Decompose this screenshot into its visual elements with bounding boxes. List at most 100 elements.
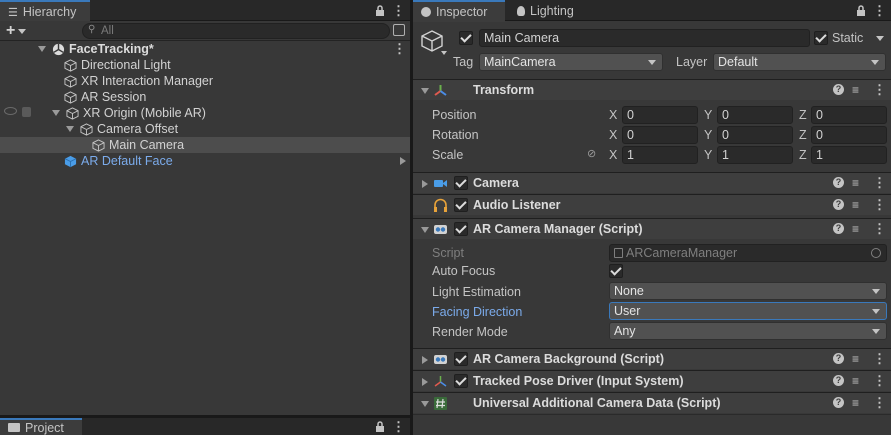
project-menu-icon[interactable]: ⋮ <box>392 420 405 434</box>
plus-icon: + <box>6 22 16 39</box>
rotation-z-field[interactable]: 0 <box>811 126 887 144</box>
chevron-right-icon[interactable] <box>400 157 406 165</box>
tracked-pose-driver-enabled-checkbox[interactable] <box>454 374 468 388</box>
tab-hierarchy[interactable]: ☰ Hierarchy <box>0 0 90 22</box>
tree-item-ar-session[interactable]: AR Session <box>0 89 410 105</box>
tree-item-xr-origin[interactable]: XR Origin (Mobile AR) <box>0 105 410 121</box>
rotation-x-label: X <box>609 128 618 142</box>
collapse-arrow-icon[interactable] <box>421 401 429 407</box>
position-x-label: X <box>609 108 618 122</box>
search-input[interactable]: ⚲ All <box>82 23 390 39</box>
position-x-field[interactable]: 0 <box>622 106 698 124</box>
tab-inspector[interactable]: Inspector <box>413 0 505 22</box>
help-icon[interactable]: ? <box>833 397 844 408</box>
component-menu-icon[interactable]: ⋮ <box>873 396 886 410</box>
tree-item-main-camera[interactable]: Main Camera <box>0 137 410 153</box>
tree-item-directional-light[interactable]: Directional Light <box>0 57 410 73</box>
constrain-proportions-icon[interactable]: ⊘ <box>587 147 596 160</box>
preset-sliders-icon[interactable]: ≡ <box>852 396 864 410</box>
component-menu-icon[interactable]: ⋮ <box>873 198 886 212</box>
visibility-eye-icon[interactable] <box>4 107 17 115</box>
scale-z-field[interactable]: 1 <box>811 146 887 164</box>
help-icon[interactable]: ? <box>833 375 844 386</box>
script-file-icon <box>614 248 623 258</box>
object-picker-icon[interactable] <box>871 248 881 258</box>
audio-listener-enabled-checkbox[interactable] <box>454 198 468 212</box>
component-menu-icon[interactable]: ⋮ <box>873 352 886 366</box>
position-z-field[interactable]: 0 <box>811 106 887 124</box>
tab-lighting[interactable]: Lighting <box>509 0 589 21</box>
collapse-arrow-icon[interactable] <box>421 88 429 94</box>
help-icon[interactable]: ? <box>833 199 844 210</box>
ar-camera-manager-header[interactable]: AR Camera Manager (Script) ? ≡ ⋮ <box>413 218 891 239</box>
rotation-x-field[interactable]: 0 <box>622 126 698 144</box>
expand-arrow-icon[interactable] <box>66 126 74 132</box>
static-checkbox[interactable] <box>814 31 828 45</box>
inspector-tabbar: Inspector Lighting ⋮ <box>413 0 891 22</box>
preset-sliders-icon[interactable]: ≡ <box>852 176 864 190</box>
active-checkbox[interactable] <box>459 31 473 45</box>
preset-sliders-icon[interactable]: ≡ <box>852 352 864 366</box>
expand-arrow-icon[interactable] <box>422 378 428 386</box>
scene-row[interactable]: FaceTracking* <box>0 41 410 57</box>
expand-arrow-icon[interactable] <box>422 356 428 364</box>
tree-item-camera-offset[interactable]: Camera Offset <box>0 121 410 137</box>
object-name-field[interactable]: Main Camera <box>479 29 810 47</box>
expand-arrow-icon[interactable] <box>38 46 46 52</box>
tracked-pose-driver-header[interactable]: Tracked Pose Driver (Input System) ? ≡ ⋮ <box>413 370 891 391</box>
auto-focus-label: Auto Focus <box>432 264 496 278</box>
inspector-menu-icon[interactable]: ⋮ <box>873 4 886 18</box>
help-icon[interactable]: ? <box>833 223 844 234</box>
help-icon[interactable]: ? <box>833 84 844 95</box>
component-menu-icon[interactable]: ⋮ <box>873 176 886 190</box>
preset-sliders-icon[interactable]: ≡ <box>852 222 864 236</box>
auto-focus-checkbox[interactable] <box>609 264 623 278</box>
scene-menu-icon[interactable]: ⋮ <box>393 42 406 56</box>
ar-camera-background-header[interactable]: AR Camera Background (Script) ? ≡ ⋮ <box>413 348 891 369</box>
create-button[interactable]: + <box>6 23 34 39</box>
preset-sliders-icon[interactable]: ≡ <box>852 374 864 388</box>
lock-icon[interactable] <box>856 5 866 17</box>
tree-item-xr-interaction-manager[interactable]: XR Interaction Manager <box>0 73 410 89</box>
icon-dropdown-arrow-icon[interactable] <box>441 51 447 55</box>
preset-sliders-icon[interactable]: ≡ <box>852 198 864 212</box>
facing-direction-dropdown[interactable]: User <box>609 302 887 320</box>
camera-component-header[interactable]: Camera ? ≡ ⋮ <box>413 172 891 193</box>
scale-x-field[interactable]: 1 <box>622 146 698 164</box>
gameobject-icon <box>64 74 77 88</box>
preset-sliders-icon[interactable]: ≡ <box>852 83 864 97</box>
tag-dropdown[interactable]: MainCamera <box>479 53 663 71</box>
hierarchy-tabbar: ☰ Hierarchy ⋮ <box>0 0 410 22</box>
expand-arrow-icon[interactable] <box>422 180 428 188</box>
rotation-y-field[interactable]: 0 <box>717 126 793 144</box>
camera-enabled-checkbox[interactable] <box>454 176 468 190</box>
transform-header[interactable]: Transform ? ≡ ⋮ <box>413 79 891 100</box>
pickable-hand-icon[interactable] <box>22 107 31 117</box>
lock-icon[interactable] <box>375 421 385 433</box>
ar-camera-manager-enabled-checkbox[interactable] <box>454 222 468 236</box>
ar-camera-background-enabled-checkbox[interactable] <box>454 352 468 366</box>
scale-y-field[interactable]: 1 <box>717 146 793 164</box>
component-menu-icon[interactable]: ⋮ <box>873 374 886 388</box>
help-icon[interactable]: ? <box>833 177 844 188</box>
lock-icon[interactable] <box>375 5 385 17</box>
position-y-field[interactable]: 0 <box>717 106 793 124</box>
expand-arrow-icon[interactable] <box>52 110 60 116</box>
component-menu-icon[interactable]: ⋮ <box>873 222 886 236</box>
light-estimation-dropdown[interactable]: None <box>609 282 887 300</box>
static-dropdown-arrow-icon[interactable] <box>876 36 884 41</box>
audio-listener-header[interactable]: Audio Listener ? ≡ ⋮ <box>413 194 891 215</box>
help-icon[interactable]: ? <box>833 353 844 364</box>
tree-item-ar-default-face[interactable]: AR Default Face <box>0 153 410 169</box>
collapse-arrow-icon[interactable] <box>421 227 429 233</box>
tracked-pose-driver-icon <box>434 376 447 387</box>
render-mode-dropdown[interactable]: Any <box>609 322 887 340</box>
inspector-panel: Inspector Lighting ⋮ Main Camera Static … <box>413 0 891 435</box>
universal-camera-data-header[interactable]: Universal Additional Camera Data (Script… <box>413 392 891 413</box>
component-menu-icon[interactable]: ⋮ <box>873 83 886 97</box>
hierarchy-menu-icon[interactable]: ⋮ <box>392 4 405 18</box>
scale-x-label: X <box>609 148 618 162</box>
tab-project[interactable]: Project <box>0 418 82 435</box>
layer-dropdown[interactable]: Default <box>713 53 886 71</box>
scene-search-icon[interactable] <box>393 24 405 36</box>
